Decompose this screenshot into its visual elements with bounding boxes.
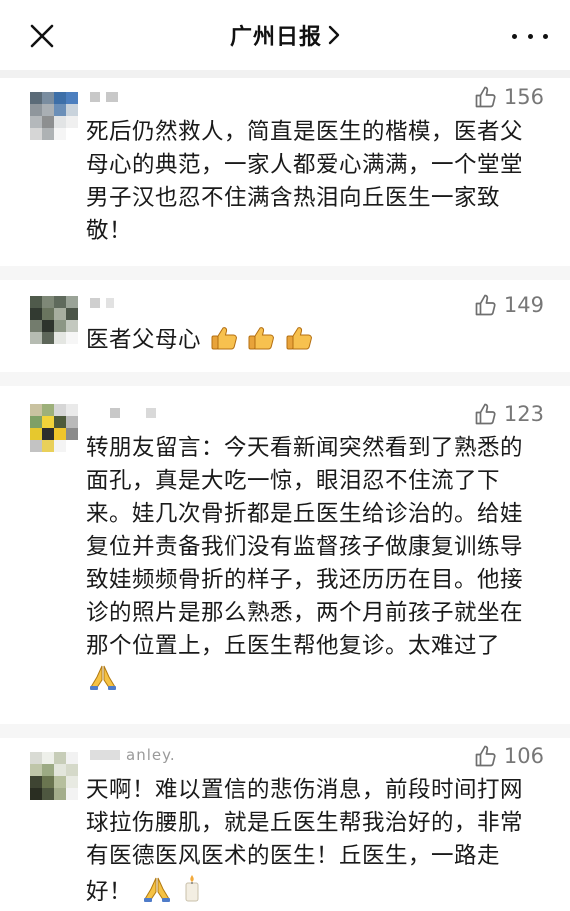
thumbs-up-icon [475,294,496,316]
avatar[interactable] [30,404,78,452]
like-button[interactable]: 149 [474,292,544,318]
like-button[interactable]: 156 [474,84,544,110]
more-dot [512,33,517,39]
thumbs-up-icon [475,403,496,425]
thumbs-up-icon [475,745,496,767]
comment-text: 医者父母心 [86,327,202,353]
thumbs-up-icon [248,325,276,361]
nickname[interactable] [90,404,162,422]
like-count: 106 [503,744,544,768]
like-button[interactable]: 123 [474,401,544,427]
nickname[interactable] [90,294,120,312]
comment-text-wrap: 医者父母心 [86,324,526,361]
account-title-link[interactable]: 广州日报 [0,0,570,70]
like-count: 156 [503,85,544,109]
praying-hands-icon [88,663,118,701]
avatar[interactable] [30,752,78,800]
header-divider [0,70,570,78]
more-dot [527,33,533,39]
comment-separator [0,266,570,280]
more-dot [543,33,548,39]
nickname[interactable] [90,88,124,106]
nickname[interactable]: anley. [90,746,176,764]
comment-text-wrap: 转朋友留言：今天看新闻突然看到了熟悉的面孔，真是大吃一惊，眼泪忍不住流了下来。娃… [86,432,526,701]
comment-separator [0,372,570,386]
thumbs-up-icon [211,325,239,361]
comment-text: 死后仍然救人，简直是医生的楷模，医者父母心的典范，一家人都爱心满满，一个堂堂男子… [86,119,524,244]
comments-page: 广州日报 156 死后仍然救人，简直是医生的楷模，医者父母心的典范，一家人都爱心… [0,0,570,911]
comment-text-wrap: 天啊！难以置信的悲伤消息，前段时间打网球拉伤腰肌，就是丘医生帮我治好的，非常有医… [86,774,526,911]
candle-icon [181,873,203,911]
like-button[interactable]: 106 [474,743,544,769]
comment-separator [0,724,570,738]
praying-hands-icon [142,875,172,911]
thumbs-up-icon [475,86,496,108]
top-bar: 广州日报 [0,0,570,70]
nickname-text: anley. [126,746,176,764]
more-button[interactable] [512,22,548,50]
comment-text: 转朋友留言：今天看新闻突然看到了熟悉的面孔，真是大吃一惊，眼泪忍不住流了下来。娃… [86,435,524,659]
avatar[interactable] [30,296,78,344]
like-count: 149 [503,293,544,317]
account-title: 广州日报 [229,25,322,50]
chevron-right-icon [328,25,340,45]
thumbs-up-icon [286,325,314,361]
like-count: 123 [503,402,544,426]
avatar[interactable] [30,92,78,140]
